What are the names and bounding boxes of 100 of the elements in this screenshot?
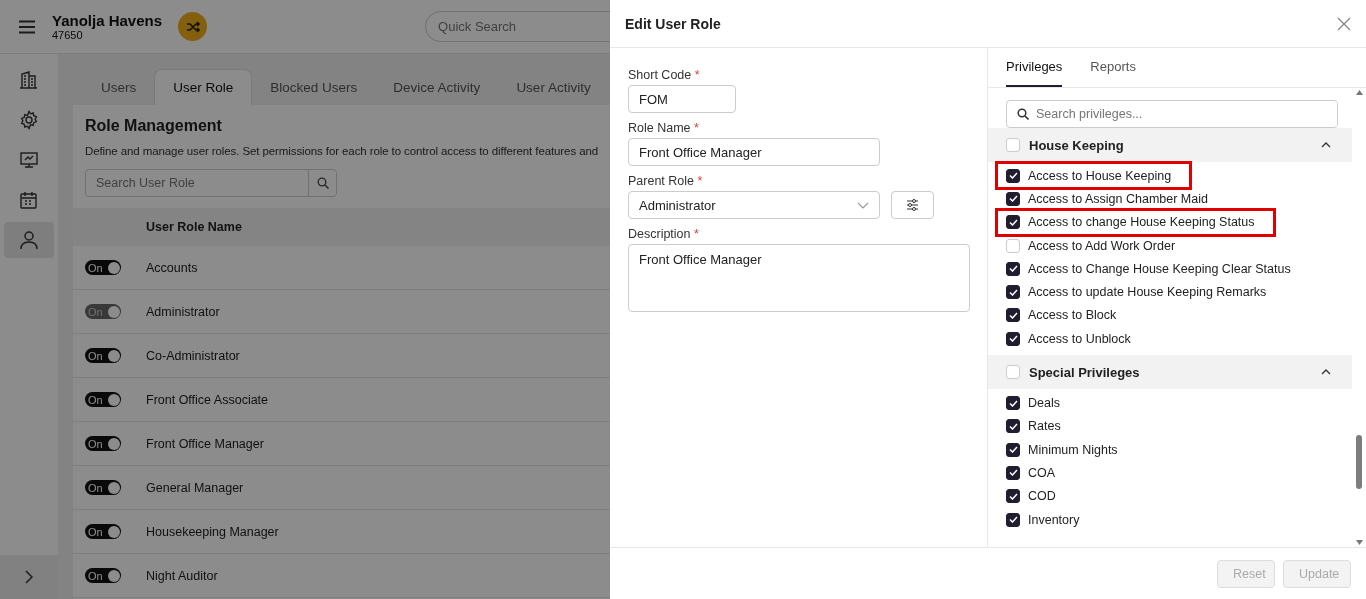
tab[interactable]: Blocked Users [252,69,376,105]
checkbox[interactable] [1006,465,1020,480]
privilege-label: Access to change House Keeping Status [1028,215,1255,230]
checkbox[interactable] [1006,261,1020,276]
sidebar-item[interactable] [4,222,54,258]
table-cell: Administrator [146,304,220,319]
search-icon [1017,108,1029,120]
privilege-label: Access to Change House Keeping Clear Status [1028,261,1291,276]
checkbox[interactable] [1006,331,1020,346]
toggle-switch[interactable]: On [85,524,121,539]
column-header: User Role Name [146,220,242,234]
privilege-label: COD [1028,489,1056,504]
privilege-label: Access to update House Keeping Remarks [1028,285,1267,300]
group-header[interactable]: Special Privileges [988,355,1352,390]
close-button[interactable] [1336,15,1352,32]
input-field[interactable]: FOM [628,85,736,113]
check-icon [1008,218,1018,226]
privilege-label: Access to House Keeping [1028,168,1172,183]
table-cell: Front Office Manager [146,436,264,451]
user-icon [19,230,39,250]
toggle-switch[interactable]: On [85,568,121,583]
privilege-label: Deals [1028,396,1060,410]
tab[interactable]: Privileges [1006,48,1063,87]
privilege-label: Minimum Nights [1028,442,1118,457]
field-label: Description * [628,227,700,241]
check-icon [1008,516,1018,523]
text-area[interactable]: Front Office Manager [628,244,970,312]
shuffle-icon [185,20,200,33]
building-icon [19,70,39,90]
search-icon [316,177,329,189]
field-label: Role Name * [628,121,700,135]
tab[interactable]: User Role [154,69,253,105]
switch-property-button[interactable] [178,12,208,41]
toggle-switch[interactable]: On [85,436,121,451]
privilege-label: Access to Assign Chamber Maid [1028,191,1208,206]
check-icon [1008,311,1018,319]
checkbox[interactable] [1006,168,1020,183]
privilege-label: Access to Add Work Order [1028,238,1176,253]
table-cell: Housekeeping Manager [146,524,279,539]
checkbox[interactable] [1006,419,1020,434]
checkbox[interactable] [1006,442,1020,457]
monitor-icon [19,150,39,170]
toggle-switch[interactable]: On [85,480,121,495]
close-icon [1336,15,1352,32]
chevron-right-icon [25,570,33,584]
table-cell: General Manager [146,480,244,495]
check-icon [1008,195,1018,203]
table-cell: Front Office Associate [146,392,269,407]
tab[interactable]: Users [83,69,155,105]
field-label: Short Code * [628,68,701,82]
checkbox[interactable] [1006,215,1020,230]
property-name: Yanolja Havens [52,12,163,29]
table-cell: Night Auditor [146,568,218,583]
field-label: Parent Role * [628,174,704,188]
tab[interactable]: Reports [1090,48,1136,87]
search-button[interactable] [308,170,336,196]
sliders-icon [906,199,919,211]
dropdown-field[interactable]: Administrator [628,191,880,219]
check-icon [1008,492,1018,500]
checkbox[interactable] [1006,308,1020,323]
checkbox[interactable] [1006,285,1020,300]
privilege-label: COA [1028,465,1056,480]
check-icon [1008,265,1018,273]
privilege-label: Rates [1028,419,1061,434]
privilege-search-field[interactable]: Search privileges... [1006,100,1338,128]
privilege-label: Inventory [1028,512,1080,527]
group-header[interactable]: House Keeping [988,128,1352,162]
privilege-label: Access to Unblock [1028,331,1131,346]
calendar-icon [19,190,39,210]
toggle-switch[interactable]: On [85,392,121,407]
toggle-switch[interactable]: On [85,348,121,363]
page-title: Role Management [85,117,222,135]
scroll-up-icon [1355,90,1363,95]
check-icon [1008,469,1018,477]
chevron-down-icon [857,201,869,209]
page-description: Define and manage user roles. Set permissions for each role to control access to different features and [85,145,599,157]
tab[interactable]: Device Activity [375,69,499,105]
role-search-field[interactable]: Search User Role [85,169,337,197]
input-field[interactable]: Front Office Manager [628,138,880,166]
check-icon [1008,446,1018,454]
settings-icon [19,110,39,130]
settings-button[interactable] [891,191,934,219]
checkbox[interactable] [1006,512,1020,527]
scroll-down-icon [1355,540,1363,545]
menu-icon[interactable] [18,19,36,34]
check-icon [1008,399,1018,407]
checkbox[interactable] [1006,191,1020,206]
check-icon [1008,422,1018,430]
table-cell: Accounts [146,260,198,275]
dialog-title: Edit User Role [625,15,721,32]
check-icon [1008,172,1018,180]
table-cell: Co-Administrator [146,348,240,363]
checkbox[interactable] [1006,489,1020,504]
toggle-switch[interactable]: On [85,260,121,275]
privilege-label: Access to Block [1028,308,1117,323]
tab[interactable]: User Activity [498,69,609,105]
property-id: 47650 [52,29,84,41]
checkbox[interactable] [1006,396,1020,410]
check-icon [1008,288,1018,296]
check-icon [1008,335,1018,343]
